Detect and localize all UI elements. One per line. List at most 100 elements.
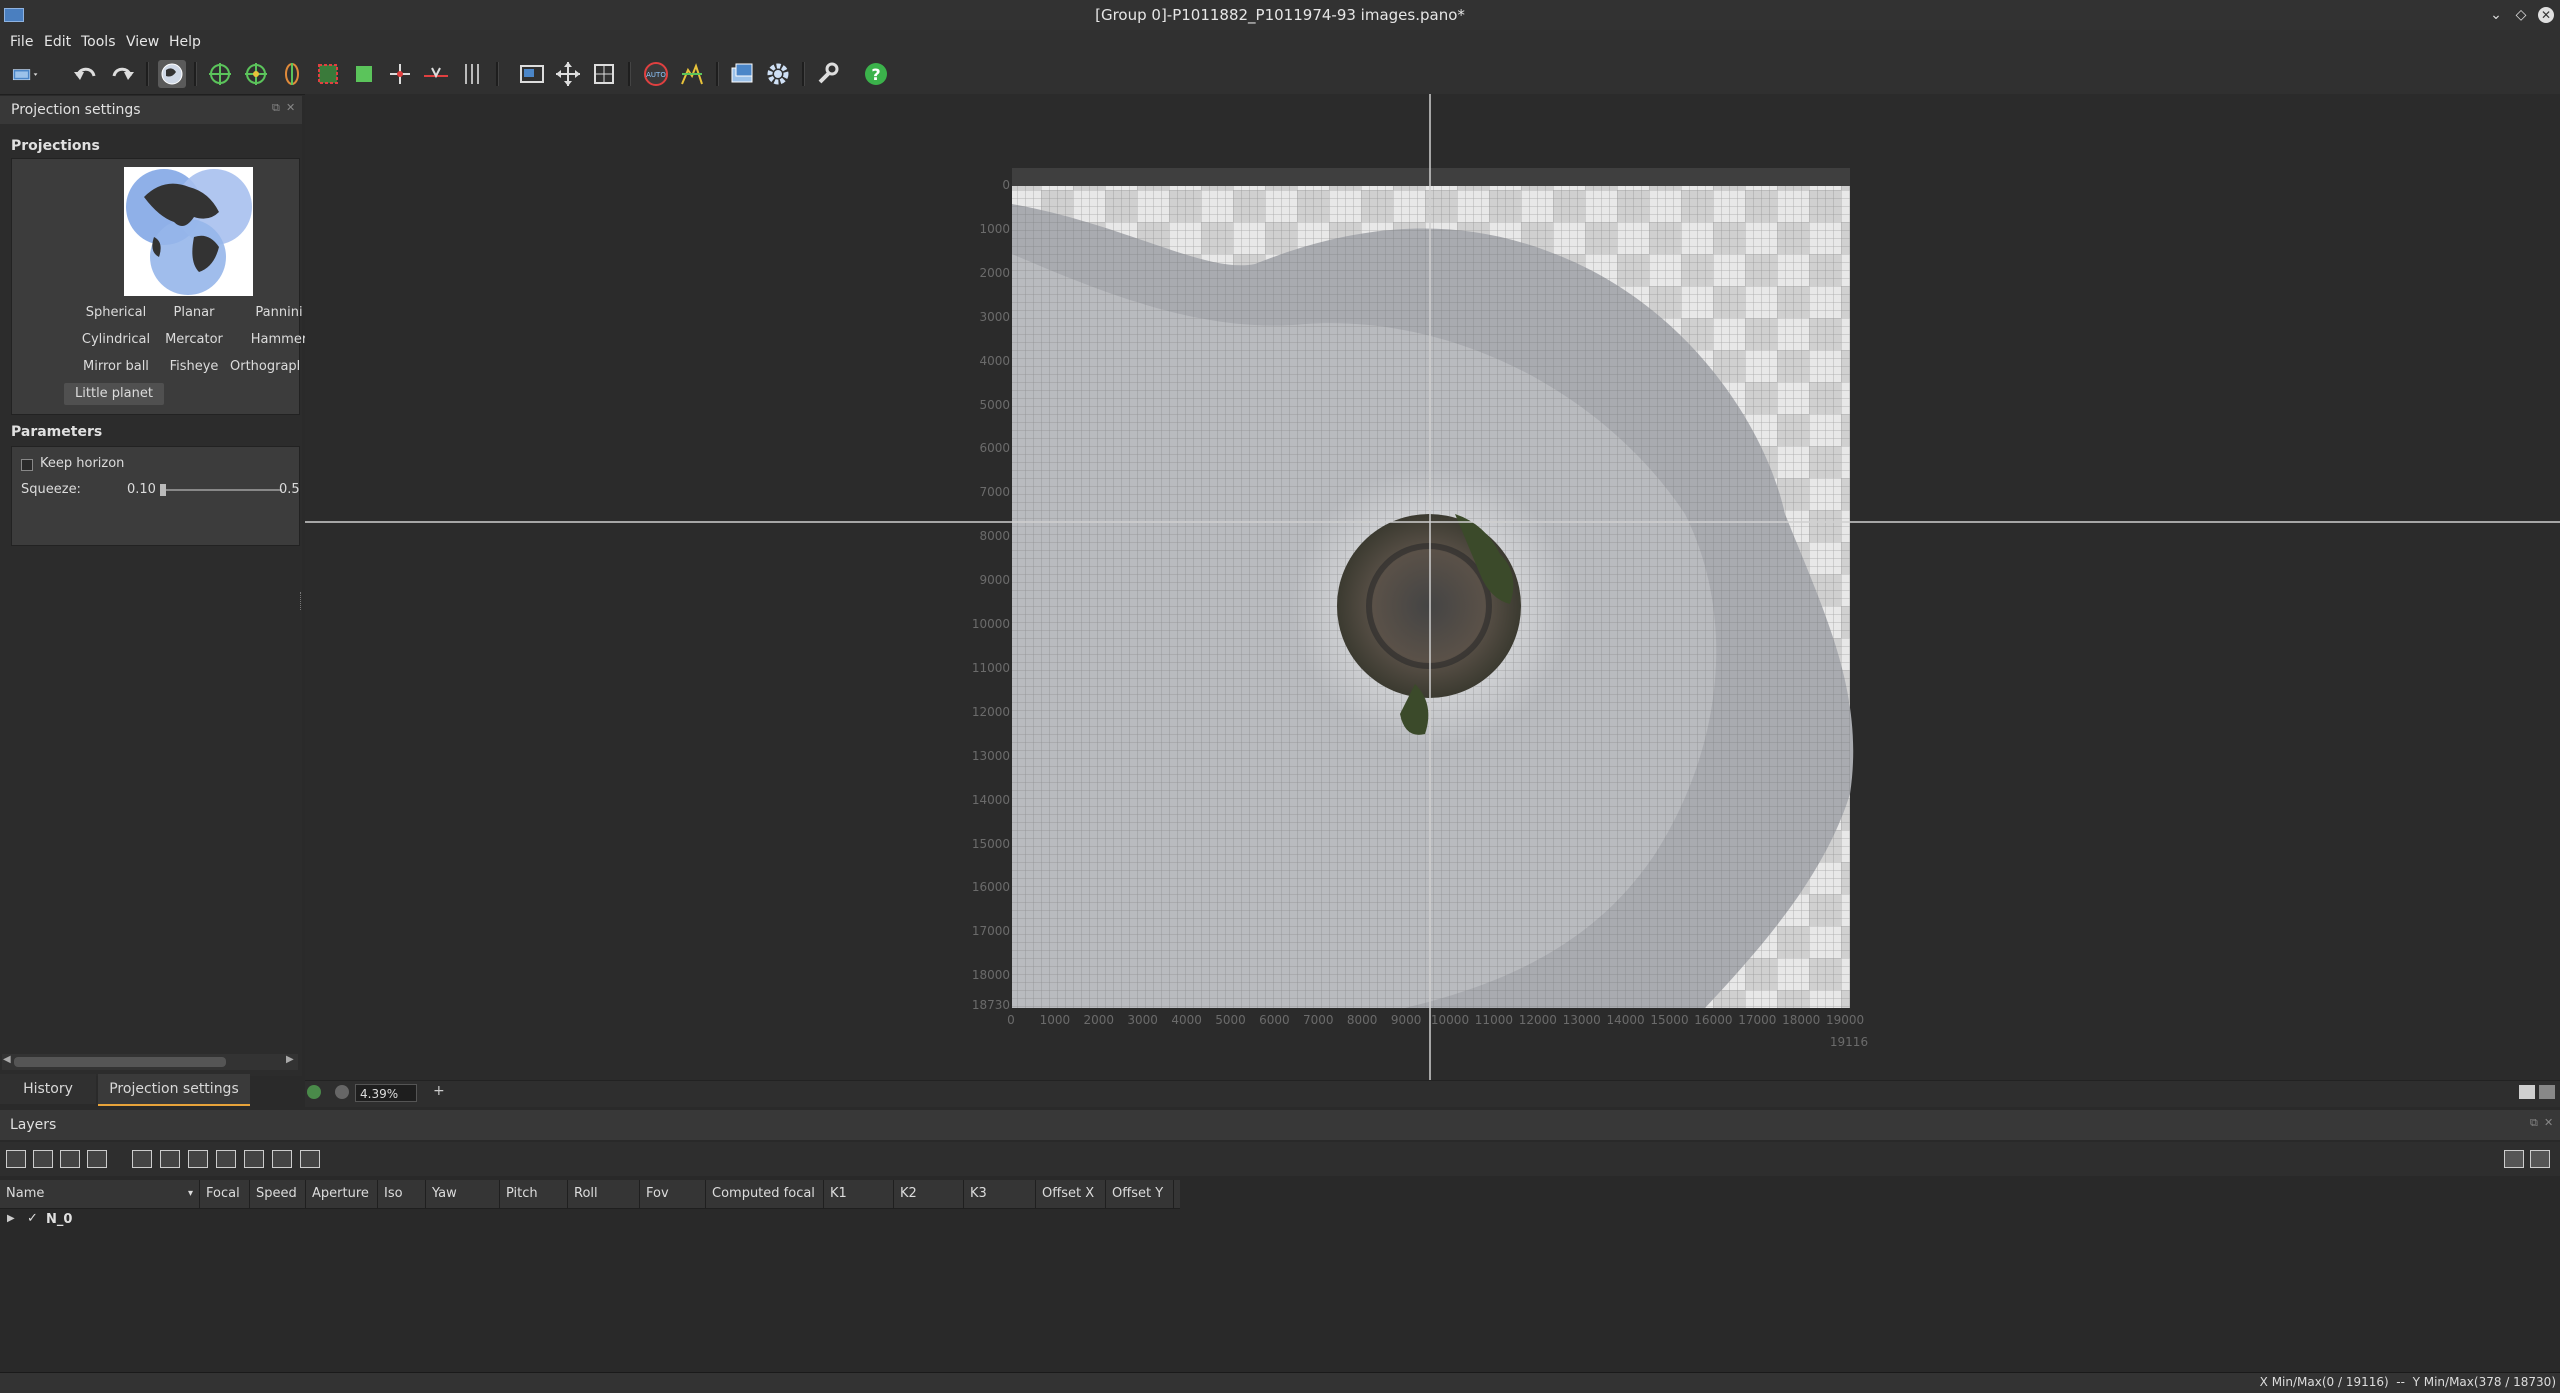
center-point-icon[interactable] — [386, 60, 414, 88]
rotate-pitch-icon[interactable] — [242, 60, 270, 88]
column-aperture[interactable]: Aperture — [306, 1180, 378, 1208]
column-fov[interactable]: Fov — [640, 1180, 706, 1208]
zoom-input[interactable]: 4.39% — [355, 1084, 417, 1102]
close-icon[interactable]: ✕ — [2538, 7, 2554, 23]
menu-view[interactable]: View — [126, 34, 159, 50]
layer-visible-checkmark-icon[interactable]: ✓ — [27, 1211, 38, 1226]
column-k1[interactable]: K1 — [824, 1180, 894, 1208]
preview-window-icon[interactable] — [518, 60, 546, 88]
add-layer-icon[interactable] — [6, 1150, 26, 1168]
menu-tools[interactable]: Tools — [81, 34, 116, 50]
expand-arrow-icon[interactable]: ▶ — [7, 1213, 15, 1224]
column-computed-focal[interactable]: Computed focal — [706, 1180, 824, 1208]
panel-horizontal-scrollbar[interactable]: ◀ ▶ — [2, 1054, 298, 1070]
splitter-handle[interactable] — [300, 592, 304, 610]
tab-projection-settings[interactable]: Projection settings — [98, 1074, 250, 1106]
menu-file[interactable]: File — [10, 34, 33, 50]
projection-orthographic[interactable]: Orthograph — [220, 359, 299, 374]
move-top-icon[interactable] — [244, 1150, 264, 1168]
maximize-icon[interactable]: ◇ — [2513, 7, 2529, 23]
layers-column-header: Name ▾ Focal Speed Aperture Iso Yaw Pitch… — [0, 1180, 1180, 1209]
auto-icon[interactable]: AUTO — [642, 60, 670, 88]
column-offset-y[interactable]: Offset Y — [1106, 1180, 1174, 1208]
zoom-fit-icon[interactable] — [307, 1085, 321, 1099]
panel-float-icon[interactable]: ⧉ — [272, 101, 280, 115]
column-roll[interactable]: Roll — [568, 1180, 640, 1208]
tab-history[interactable]: History — [0, 1074, 96, 1104]
projection-preview — [124, 167, 253, 296]
minimize-icon[interactable]: ⌄ — [2488, 7, 2504, 23]
y-tick-label: 16000 — [971, 880, 1010, 895]
grid-view-icon[interactable] — [2539, 1085, 2555, 1099]
toolbar-separator — [496, 62, 499, 86]
render-icon[interactable] — [728, 60, 756, 88]
column-k2[interactable]: K2 — [894, 1180, 964, 1208]
column-offset-x[interactable]: Offset X — [1036, 1180, 1106, 1208]
help-icon[interactable]: ? — [862, 60, 890, 88]
menu-edit[interactable]: Edit — [44, 34, 71, 50]
rotate-roll-icon[interactable] — [278, 60, 306, 88]
image-top-strip — [1012, 168, 1850, 186]
import-images-icon[interactable] — [132, 1150, 152, 1168]
fit-icon[interactable] — [350, 60, 378, 88]
zoom-in-icon[interactable]: + — [433, 1083, 445, 1099]
collapse-all-icon[interactable] — [2530, 1150, 2550, 1168]
x-tick-label: 15000 — [1650, 1013, 1689, 1027]
column-focal[interactable]: Focal — [200, 1180, 250, 1208]
rotate-yaw-icon[interactable] — [206, 60, 234, 88]
scrollbar-thumb[interactable] — [14, 1057, 226, 1067]
toolbar-separator — [802, 62, 805, 86]
expand-all-icon[interactable] — [2504, 1150, 2524, 1168]
layers-title-bar: Layers ⧉ ✕ — [0, 1110, 2560, 1140]
menu-help[interactable]: Help — [169, 34, 201, 50]
squeeze-slider-handle[interactable] — [160, 484, 166, 496]
redo-icon[interactable] — [108, 60, 136, 88]
toolbar-separator — [628, 62, 631, 86]
projection-globe-icon[interactable] — [158, 60, 186, 88]
delete-layer-icon[interactable] — [87, 1150, 107, 1168]
move-bottom-icon[interactable] — [272, 1150, 292, 1168]
column-iso[interactable]: Iso — [378, 1180, 426, 1208]
keep-horizon-checkbox[interactable] — [21, 459, 33, 471]
add-group-icon[interactable] — [33, 1150, 53, 1168]
x-tick-label: 19000 — [1826, 1013, 1865, 1027]
squeeze-value: 0.10 — [127, 482, 156, 497]
properties-icon[interactable] — [300, 1150, 320, 1168]
squeeze-slider[interactable] — [160, 484, 282, 496]
column-yaw[interactable]: Yaw — [426, 1180, 500, 1208]
open-project-icon[interactable] — [12, 60, 56, 88]
undo-icon[interactable] — [72, 60, 100, 88]
move-down-icon[interactable] — [216, 1150, 236, 1168]
x-tick-label: 9000 — [1390, 1013, 1422, 1027]
sort-chevron-down-icon[interactable]: ▾ — [188, 1180, 193, 1208]
projection-little-planet[interactable]: Little planet — [64, 383, 164, 405]
zoom-out-icon[interactable] — [335, 1085, 349, 1099]
scroll-left-icon[interactable]: ◀ — [3, 1054, 11, 1065]
column-name[interactable]: Name ▾ — [0, 1180, 200, 1208]
table-row[interactable]: ▶ ✓ N_0 — [0, 1210, 2560, 1232]
crop-icon[interactable] — [314, 60, 342, 88]
column-speed[interactable]: Speed — [250, 1180, 306, 1208]
scroll-right-icon[interactable]: ▶ — [286, 1054, 294, 1065]
column-pitch[interactable]: Pitch — [500, 1180, 568, 1208]
vertical-lines-icon[interactable] — [458, 60, 486, 88]
wrench-icon[interactable] — [814, 60, 842, 88]
svg-text:AUTO: AUTO — [646, 71, 666, 79]
move-up-icon[interactable] — [188, 1150, 208, 1168]
grid-warp-icon[interactable] — [590, 60, 618, 88]
x-tick-label: 16000 — [1694, 1013, 1733, 1027]
remove-images-icon[interactable] — [160, 1150, 180, 1168]
duplicate-layer-icon[interactable] — [60, 1150, 80, 1168]
panorama-view[interactable] — [305, 94, 2560, 1080]
color-balance-icon[interactable] — [678, 60, 706, 88]
layers-float-icon[interactable]: ⧉ — [2530, 1116, 2538, 1130]
panel-close-icon[interactable]: ✕ — [286, 101, 295, 114]
panorama-canvas[interactable] — [305, 94, 2560, 1084]
column-k3[interactable]: K3 — [964, 1180, 1036, 1208]
x-tick-label: 8000 — [1346, 1013, 1378, 1027]
horizon-line-icon[interactable] — [422, 60, 450, 88]
move-icon[interactable] — [554, 60, 582, 88]
gear-icon[interactable] — [764, 60, 792, 88]
single-view-icon[interactable] — [2519, 1085, 2535, 1099]
layers-close-icon[interactable]: ✕ — [2544, 1116, 2553, 1129]
